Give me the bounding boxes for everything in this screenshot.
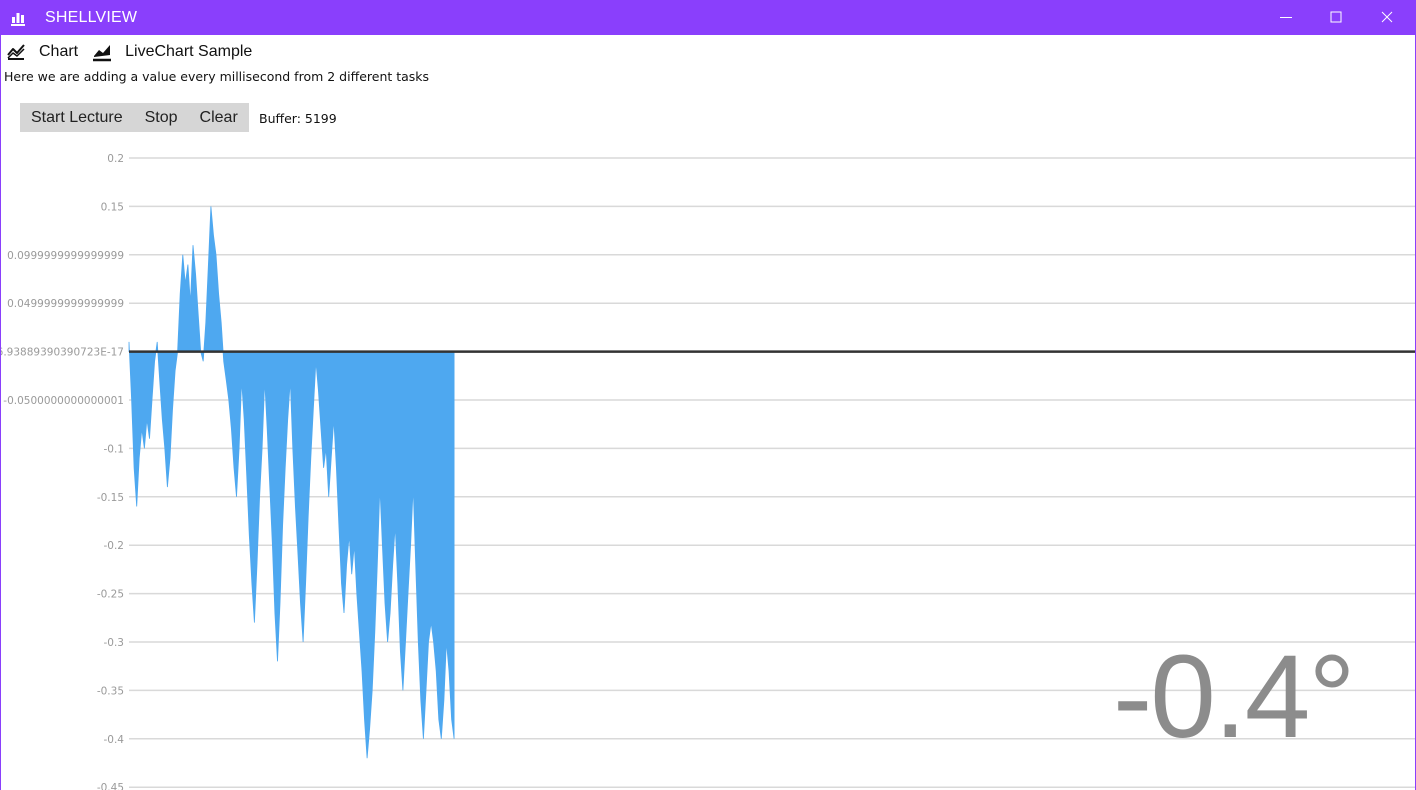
line-chart-icon [7,44,25,60]
chart-series [128,206,455,759]
breadcrumb-chart[interactable]: Chart [39,43,78,61]
window-title: SHELLVIEW [45,9,138,26]
y-tick-label: -0.0500000000000001 [3,395,124,407]
y-tick-label: -6.93889390390723E-17 [1,347,124,359]
y-tick-label: -0.15 [97,492,124,504]
y-axis-ticks: 0.2 0.15 0.0999999999999999 0.0499999999999… [1,153,124,790]
y-tick-label: -0.4 [104,734,125,746]
bar-chart-icon [11,13,25,26]
maximize-button[interactable] [1312,0,1362,35]
minimize-icon [1280,17,1292,18]
y-tick-label: 0.2 [107,153,124,165]
y-tick-label: 0.15 [101,201,124,213]
y-tick-label: 0.0499999999999999 [7,298,124,310]
area-chart-icon [93,45,112,62]
y-tick-label: -0.35 [97,685,124,697]
close-button[interactable] [1363,0,1413,35]
maximize-icon [1330,11,1342,23]
stop-button[interactable]: Stop [134,103,189,132]
y-tick-label: -0.1 [104,443,125,455]
toolbar: Start Lecture Stop Clear [20,103,249,132]
breadcrumb: Chart LiveChart Sample [6,40,266,64]
y-tick-label: -0.45 [97,782,124,790]
breadcrumb-livechart-sample[interactable]: LiveChart Sample [125,43,252,61]
buffer-count: Buffer: 5199 [259,111,337,126]
series-area [128,206,455,759]
current-value-readout: -0.4° [1113,631,1356,763]
minimize-button[interactable] [1262,0,1312,35]
app-window: SHELLVIEW Chart LiveChart Sample Here we… [0,0,1416,790]
clear-button[interactable]: Clear [189,103,249,132]
y-tick-label: -0.2 [104,540,125,552]
title-bar[interactable]: SHELLVIEW [1,0,1416,35]
y-tick-label: -0.25 [97,589,124,601]
close-icon [1381,11,1393,23]
y-tick-label: 0.0999999999999999 [7,250,124,262]
start-lecture-button[interactable]: Start Lecture [20,103,134,132]
description-text: Here we are adding a value every millise… [4,69,430,84]
y-tick-label: -0.3 [104,637,125,649]
